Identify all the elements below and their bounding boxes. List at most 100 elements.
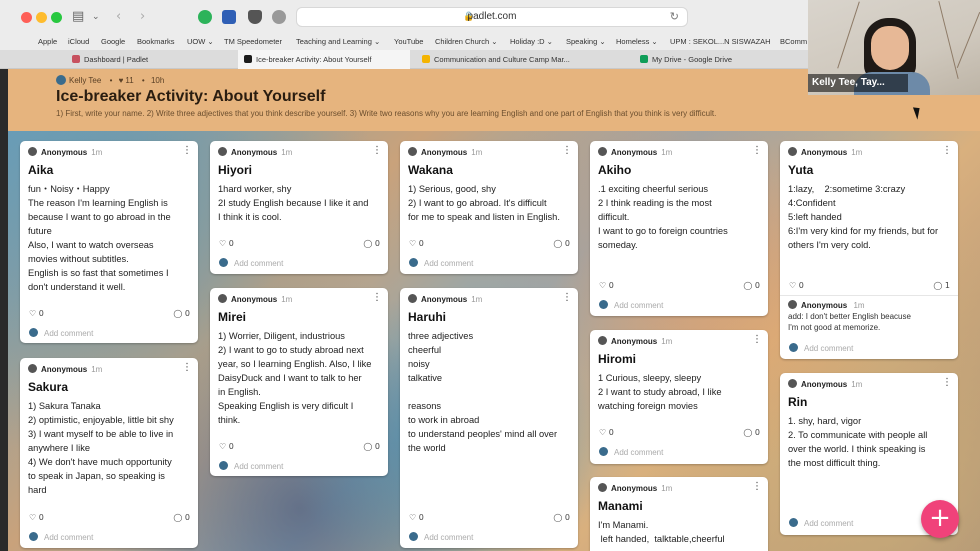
bookmark-item[interactable]: BComm: [780, 37, 807, 46]
bookmark-item[interactable]: UOW ⌄: [187, 37, 214, 46]
add-post-button[interactable]: +: [921, 500, 959, 538]
post-title: Rin: [788, 395, 808, 409]
comment-count-button[interactable]: ◯ 1: [933, 281, 950, 290]
like-button[interactable]: ♡ 0: [409, 239, 424, 248]
bookmark-item[interactable]: YouTube: [394, 37, 423, 46]
post-line: Speaking English is very dificult I: [218, 401, 354, 411]
post-card-sakura[interactable]: Anonymous 1m ⋮ Sakura 1) Sakura Tanaka 2)…: [20, 358, 198, 548]
more-options-icon[interactable]: ⋮: [182, 362, 192, 373]
bookmark-item[interactable]: Speaking ⌄: [566, 37, 606, 46]
reload-icon[interactable]: ↻: [670, 10, 679, 23]
add-comment-button[interactable]: Add comment: [599, 447, 663, 457]
post-author: Anonymous 1m: [788, 147, 862, 159]
more-options-icon[interactable]: ⋮: [562, 292, 572, 303]
profile-extension-icon[interactable]: [272, 10, 286, 24]
add-comment-button[interactable]: Add comment: [409, 532, 473, 542]
like-button[interactable]: ♡ 0: [29, 513, 44, 522]
tab-google-drive[interactable]: My Drive - Google Drive: [640, 50, 800, 69]
tab-communication[interactable]: Communication and Culture Camp Mar...: [422, 50, 612, 69]
bookmark-item[interactable]: Teaching and Learning ⌄: [296, 37, 380, 46]
like-count: 0: [608, 281, 614, 290]
like-button[interactable]: ♡ 0: [219, 239, 234, 248]
extension-icon[interactable]: [222, 10, 236, 24]
grammarly-extension-icon[interactable]: [198, 10, 212, 24]
heart-icon: ♡: [599, 281, 607, 290]
sidebar-icon[interactable]: ▤: [72, 9, 84, 25]
post-card-mirei[interactable]: Anonymous 1m ⋮ Mirei 1) Worrier, Diligent…: [210, 288, 388, 476]
like-button[interactable]: ♡ 0: [29, 309, 44, 318]
bookmark-item[interactable]: Homeless ⌄: [616, 37, 658, 46]
avatar: [218, 147, 227, 156]
more-options-icon[interactable]: ⋮: [372, 145, 382, 156]
minimize-window-button[interactable]: [36, 12, 47, 23]
bookmark-item[interactable]: iCloud: [68, 37, 89, 46]
comment-icon: ◯: [933, 281, 943, 290]
bookmark-item[interactable]: Bookmarks: [137, 37, 175, 46]
maximize-window-button[interactable]: [51, 12, 62, 23]
author-name: Anonymous: [611, 148, 658, 157]
comment-count-button[interactable]: ◯ 0: [553, 513, 570, 522]
heart-icon: ♡: [219, 442, 227, 451]
add-comment-button[interactable]: Add comment: [219, 461, 283, 471]
bookmark-item[interactable]: Apple: [38, 37, 57, 46]
comment-count-button[interactable]: ◯ 0: [173, 513, 190, 522]
bookmark-item[interactable]: UPM : SEKOL...N SISWAZAH: [670, 37, 771, 46]
more-options-icon[interactable]: ⋮: [942, 377, 952, 388]
comment-thread: Anonymous 1m add: I don't better English…: [788, 300, 950, 333]
shield-extension-icon[interactable]: [248, 10, 262, 24]
add-comment-button[interactable]: Add comment: [789, 343, 853, 353]
post-line: Also, I want to watch overseas: [28, 240, 154, 250]
comment-text: add: I don't better English beacuse: [788, 312, 911, 321]
add-comment-button[interactable]: Add comment: [599, 300, 663, 310]
comment-count-button[interactable]: ◯ 0: [743, 428, 760, 437]
more-options-icon[interactable]: ⋮: [752, 481, 762, 492]
like-button[interactable]: ♡ 0: [599, 428, 614, 437]
post-card-akiho[interactable]: Anonymous 1m ⋮ Akiho .1 exciting cheerful…: [590, 141, 768, 316]
page-description: 1) First, write your name. 2) Write thre…: [56, 109, 717, 118]
like-button[interactable]: ♡ 0: [219, 442, 234, 451]
bookmark-item[interactable]: Holiday :D ⌄: [510, 37, 553, 46]
chevron-down-icon[interactable]: ⌄: [92, 9, 100, 25]
back-arrow-icon[interactable]: ‹: [116, 9, 121, 25]
tab-ice-breaker[interactable]: Ice-breaker Activity: About Yourself: [238, 50, 410, 69]
add-comment-button[interactable]: Add comment: [409, 258, 473, 268]
forward-arrow-icon[interactable]: ›: [140, 9, 145, 25]
post-card-haruhi[interactable]: Anonymous 1m ⋮ Haruhi three adjectives ch…: [400, 288, 578, 548]
tab-label: Dashboard | Padlet: [84, 55, 149, 64]
more-options-icon[interactable]: ⋮: [752, 334, 762, 345]
post-card-hiyori[interactable]: Anonymous 1m ⋮ Hiyori 1hard worker, shy 2…: [210, 141, 388, 274]
more-options-icon[interactable]: ⋮: [182, 145, 192, 156]
more-options-icon[interactable]: ⋮: [942, 145, 952, 156]
add-comment-button[interactable]: Add comment: [219, 258, 283, 268]
post-card-yuta[interactable]: Anonymous 1m ⋮ Yuta 1:lazy, 2:sometime 3:…: [780, 141, 958, 359]
bookmark-item[interactable]: Children Church ⌄: [435, 37, 498, 46]
like-button[interactable]: ♡ 0: [409, 513, 424, 522]
add-comment-label: Add comment: [614, 448, 664, 457]
participant-video[interactable]: Kelly Tee, Tay...: [808, 0, 980, 95]
bookmark-item[interactable]: Google: [101, 37, 125, 46]
post-card-hiromi[interactable]: Anonymous 1m ⋮ Hiromi 1 Curious, sleepy, …: [590, 330, 768, 464]
add-comment-button[interactable]: Add comment: [29, 532, 93, 542]
post-card-manami[interactable]: Anonymous 1m ⋮ Manami I'm Manami. left ha…: [590, 477, 768, 551]
add-comment-button[interactable]: Add comment: [29, 328, 93, 338]
close-window-button[interactable]: [21, 12, 32, 23]
comment-count-button[interactable]: ◯ 0: [553, 239, 570, 248]
post-card-wakana[interactable]: Anonymous 1m ⋮ Wakana 1) Serious, good, s…: [400, 141, 578, 274]
post-card-aika[interactable]: Anonymous 1m ⋮ Aika fun・Noisy・Happy The r…: [20, 141, 198, 343]
post-time: 1m: [661, 337, 673, 346]
tab-dashboard[interactable]: Dashboard | Padlet: [72, 50, 232, 69]
comment-icon: ◯: [553, 239, 563, 248]
bookmark-item[interactable]: TM Speedometer: [224, 37, 282, 46]
more-options-icon[interactable]: ⋮: [372, 292, 382, 303]
more-options-icon[interactable]: ⋮: [562, 145, 572, 156]
comment-count-button[interactable]: ◯ 0: [363, 442, 380, 451]
comment-count-button[interactable]: ◯ 0: [173, 309, 190, 318]
address-bar[interactable]: 🔒 padlet.com ↻: [296, 7, 688, 27]
like-button[interactable]: ♡ 0: [599, 281, 614, 290]
comment-count-button[interactable]: ◯ 0: [363, 239, 380, 248]
comment-icon: ◯: [363, 442, 373, 451]
like-button[interactable]: ♡ 0: [789, 281, 804, 290]
more-options-icon[interactable]: ⋮: [752, 145, 762, 156]
add-comment-label: Add comment: [44, 329, 94, 338]
comment-count-button[interactable]: ◯ 0: [743, 281, 760, 290]
